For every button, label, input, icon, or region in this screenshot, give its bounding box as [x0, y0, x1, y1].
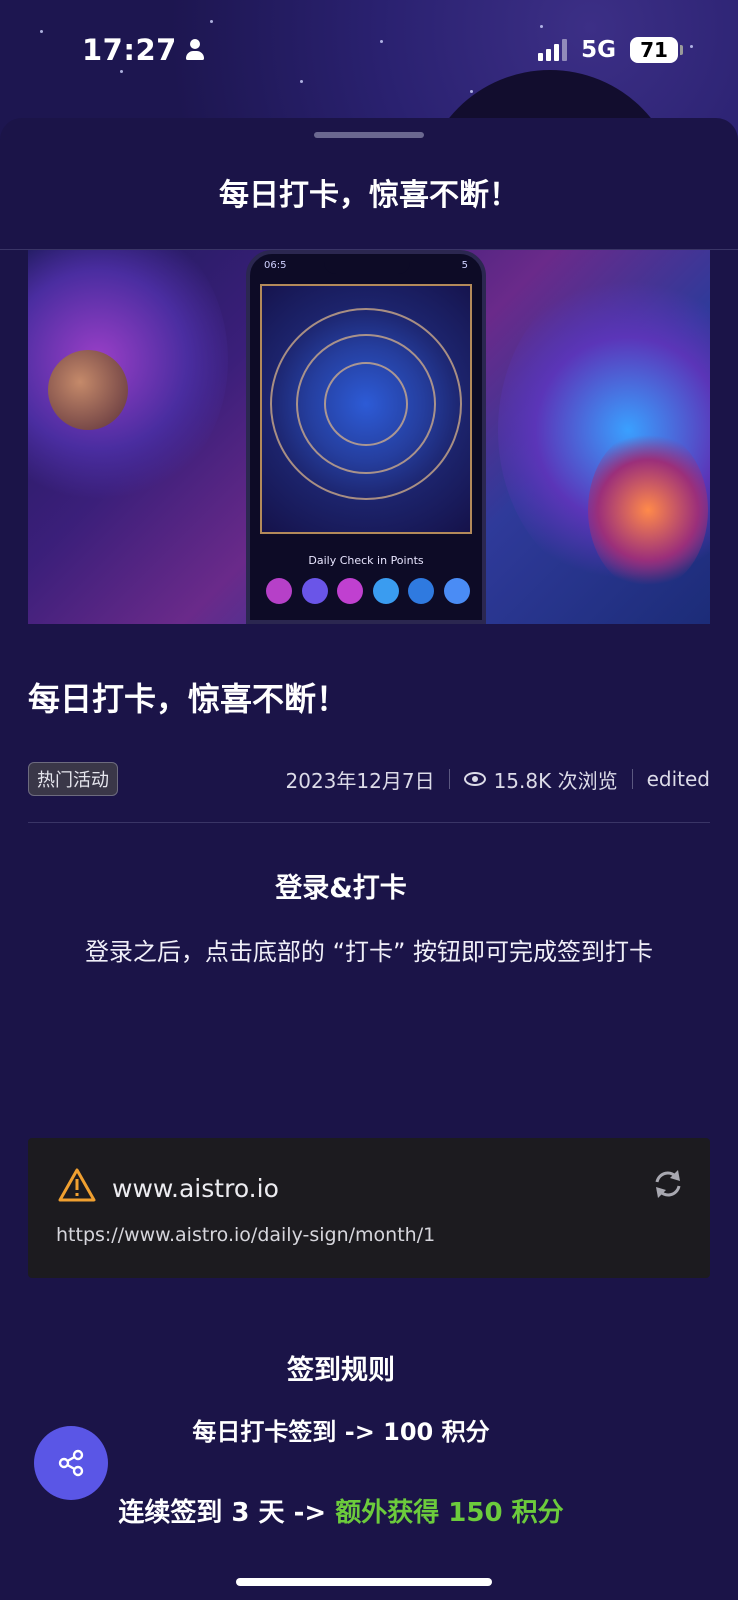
link-domain: www.aistro.io: [112, 1174, 279, 1203]
refresh-icon[interactable]: [650, 1166, 686, 1202]
bottom-sheet: 每日打卡，惊喜不断！ 06:5 5 Daily Check in Points: [0, 118, 738, 1600]
rule-daily: 每日打卡签到 -> 100 积分: [192, 1418, 490, 1446]
divider: [28, 822, 710, 823]
rules-heading: 签到规则: [287, 1355, 395, 1386]
battery-icon: 71: [630, 37, 683, 63]
person-icon: [185, 39, 205, 61]
zodiac-wheel: [260, 284, 472, 534]
sheet-title: 每日打卡，惊喜不断！: [219, 177, 519, 213]
phone-battery: 5: [461, 260, 468, 271]
phone-time: 06:5: [264, 260, 287, 271]
login-heading: 登录&打卡: [275, 873, 407, 904]
link-url[interactable]: https://www.aistro.io/daily-sign/month/1: [56, 1224, 435, 1246]
article-date: 2023年12月7日: [285, 768, 435, 793]
eye-icon: [463, 772, 486, 786]
rule-streak-prefix: 连续签到 3 天 ->: [118, 1498, 336, 1528]
phone-label: Daily Check in Points: [308, 554, 424, 567]
hero-image: 06:5 5 Daily Check in Points: [28, 250, 710, 624]
link-card[interactable]: www.aistro.io https://www.aistro.io/dail…: [28, 1138, 710, 1278]
login-body: 登录之后，点击底部的 “打卡” 按钮即可完成签到打卡: [84, 938, 654, 966]
share-button[interactable]: [34, 1426, 108, 1500]
home-indicator[interactable]: [236, 1578, 492, 1586]
article-meta: 热门活动 2023年12月7日 15.8K 次浏览 edited: [28, 762, 710, 796]
status-bar: 17:27 5G 71: [0, 0, 738, 100]
category-tag[interactable]: 热门活动: [28, 762, 118, 796]
article-title: 每日打卡，惊喜不断！: [28, 680, 349, 718]
phone-mockup: 06:5 5 Daily Check in Points: [246, 250, 486, 624]
rule-streak: 连续签到 3 天 -> 额外获得 150 积分: [0, 1492, 682, 1529]
share-icon: [58, 1449, 84, 1477]
status-time: 17:27: [82, 33, 177, 67]
edited-label: edited: [646, 767, 710, 791]
view-count: 15.8K 次浏览: [493, 768, 618, 793]
sheet-header: 每日打卡，惊喜不断！: [0, 118, 738, 250]
warning-icon: [58, 1168, 96, 1202]
network-label: 5G: [581, 37, 616, 63]
phone-zodiac-icons: [266, 578, 470, 604]
rule-streak-bonus: 额外获得 150 积分: [335, 1498, 564, 1528]
signal-icon: [538, 39, 568, 61]
